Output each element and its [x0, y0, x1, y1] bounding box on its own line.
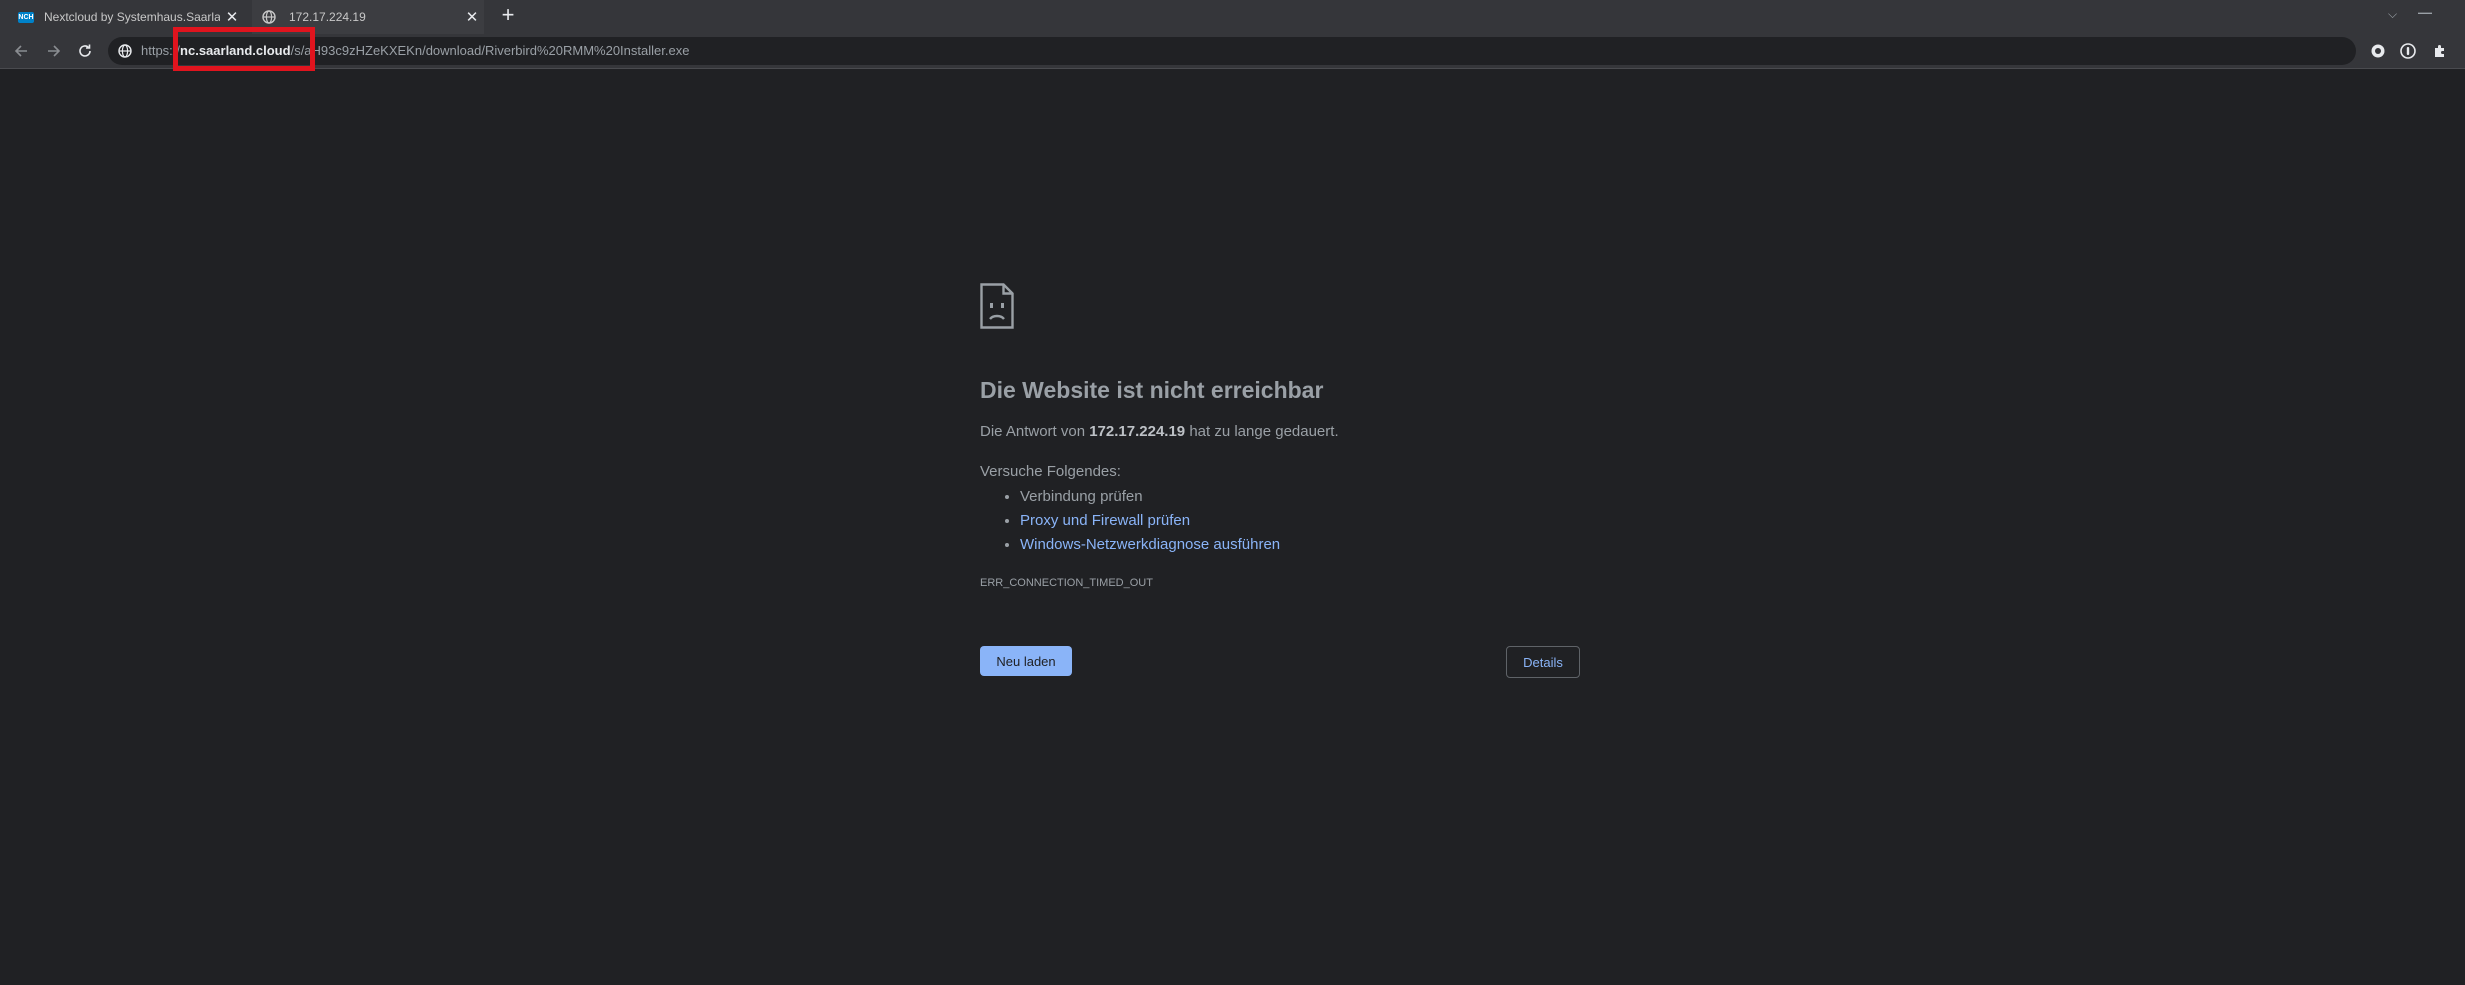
suggestion-check-proxy-firewall: Proxy und Firewall prüfen: [1020, 509, 1280, 533]
error-code: ERR_CONNECTION_TIMED_OUT: [980, 577, 1153, 589]
summary-host: 172.17.224.19: [1089, 423, 1186, 440]
tab-title: Nextcloud by Systemhaus.Saarland: [44, 10, 220, 24]
extension-icon[interactable]: [2370, 43, 2386, 59]
details-button[interactable]: Details: [1506, 646, 1580, 678]
url-path: /s/aH93c9zHZeKXEKn/download/Riverbird%20…: [290, 43, 690, 58]
error-title: Die Website ist nicht erreichbar: [980, 377, 1324, 403]
tab-close-icon[interactable]: ✕: [460, 8, 484, 26]
site-info-icon[interactable]: [118, 44, 132, 63]
network-diagnostics-link[interactable]: Windows-Netzwerkdiagnose ausführen: [1020, 536, 1280, 553]
nextcloud-icon: NCH: [18, 11, 34, 23]
browser-toolbar: https://nc.saarland.cloud/s/aH93c9zHZeKX…: [0, 34, 2465, 69]
password-manager-icon[interactable]: [2400, 43, 2416, 59]
tab-search-icon[interactable]: ⌵: [2388, 7, 2397, 22]
summary-prefix: Die Antwort von: [980, 423, 1090, 440]
suggestions-list: Verbindung prüfen Proxy und Firewall prü…: [980, 485, 1280, 557]
reload-icon[interactable]: [76, 42, 94, 60]
suggestions-label: Versuche Folgendes:: [980, 463, 1121, 480]
reload-button[interactable]: Neu laden: [980, 646, 1072, 676]
proxy-firewall-link[interactable]: Proxy und Firewall prüfen: [1020, 512, 1190, 529]
suggestion-check-connection: Verbindung prüfen: [1020, 485, 1280, 509]
summary-suffix: hat zu lange gedauert.: [1185, 423, 1339, 440]
sad-page-icon: [980, 283, 1014, 334]
minimize-button[interactable]: —: [2418, 4, 2432, 20]
puzzle-extensions-icon[interactable]: [2432, 43, 2448, 59]
tab-title: 172.17.224.19: [289, 10, 366, 24]
tab-close-icon[interactable]: ✕: [220, 8, 244, 26]
forward-button[interactable]: [45, 42, 63, 60]
address-bar[interactable]: https://nc.saarland.cloud/s/aH93c9zHZeKX…: [108, 37, 2356, 65]
back-button[interactable]: [12, 42, 30, 60]
url-highlight-box: [173, 27, 315, 71]
new-tab-button[interactable]: +: [496, 3, 520, 27]
error-summary: Die Antwort von 172.17.224.19 hat zu lan…: [980, 423, 1339, 440]
globe-icon: [262, 10, 276, 24]
suggestion-network-diagnostics: Windows-Netzwerkdiagnose ausführen: [1020, 533, 1280, 557]
tab-strip: NCH Nextcloud by Systemhaus.Saarland ✕ 1…: [0, 0, 2465, 34]
